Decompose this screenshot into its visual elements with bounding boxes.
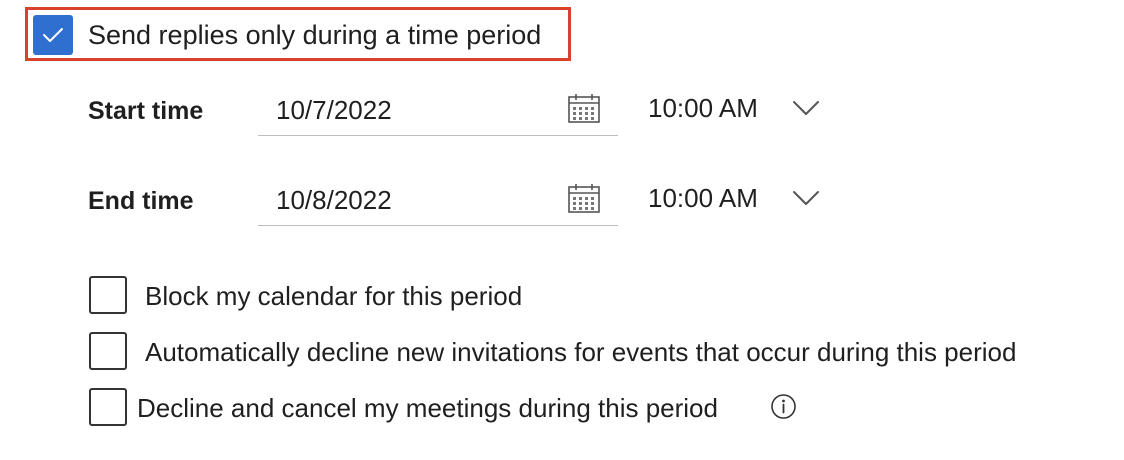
start-date-value[interactable]: 10/7/2022 [276, 94, 392, 126]
end-time-select[interactable]: 10:00 AM [648, 182, 758, 214]
decline-cancel-meetings-label[interactable]: Decline and cancel my meetings during th… [137, 392, 718, 424]
calendar-icon[interactable] [567, 92, 601, 124]
send-replies-period-label[interactable]: Send replies only during a time period [88, 18, 541, 52]
start-time-label: Start time [88, 97, 204, 125]
info-icon[interactable] [770, 393, 797, 420]
decline-invitations-checkbox[interactable] [89, 332, 127, 370]
end-date-field[interactable]: 10/8/2022 [258, 178, 618, 226]
calendar-icon[interactable] [567, 182, 601, 214]
checkmark-icon [43, 28, 63, 42]
send-replies-period-checkbox[interactable] [33, 15, 73, 55]
start-date-field[interactable]: 10/7/2022 [258, 88, 618, 136]
chevron-down-icon[interactable] [792, 99, 820, 117]
block-calendar-checkbox[interactable] [89, 276, 127, 314]
decline-invitations-label[interactable]: Automatically decline new invitations fo… [145, 336, 1016, 368]
decline-cancel-meetings-checkbox[interactable] [89, 388, 127, 426]
end-time-label: End time [88, 187, 194, 215]
chevron-down-icon[interactable] [792, 189, 820, 207]
end-date-value[interactable]: 10/8/2022 [276, 184, 392, 216]
block-calendar-label[interactable]: Block my calendar for this period [145, 280, 522, 312]
start-time-select[interactable]: 10:00 AM [648, 92, 758, 124]
